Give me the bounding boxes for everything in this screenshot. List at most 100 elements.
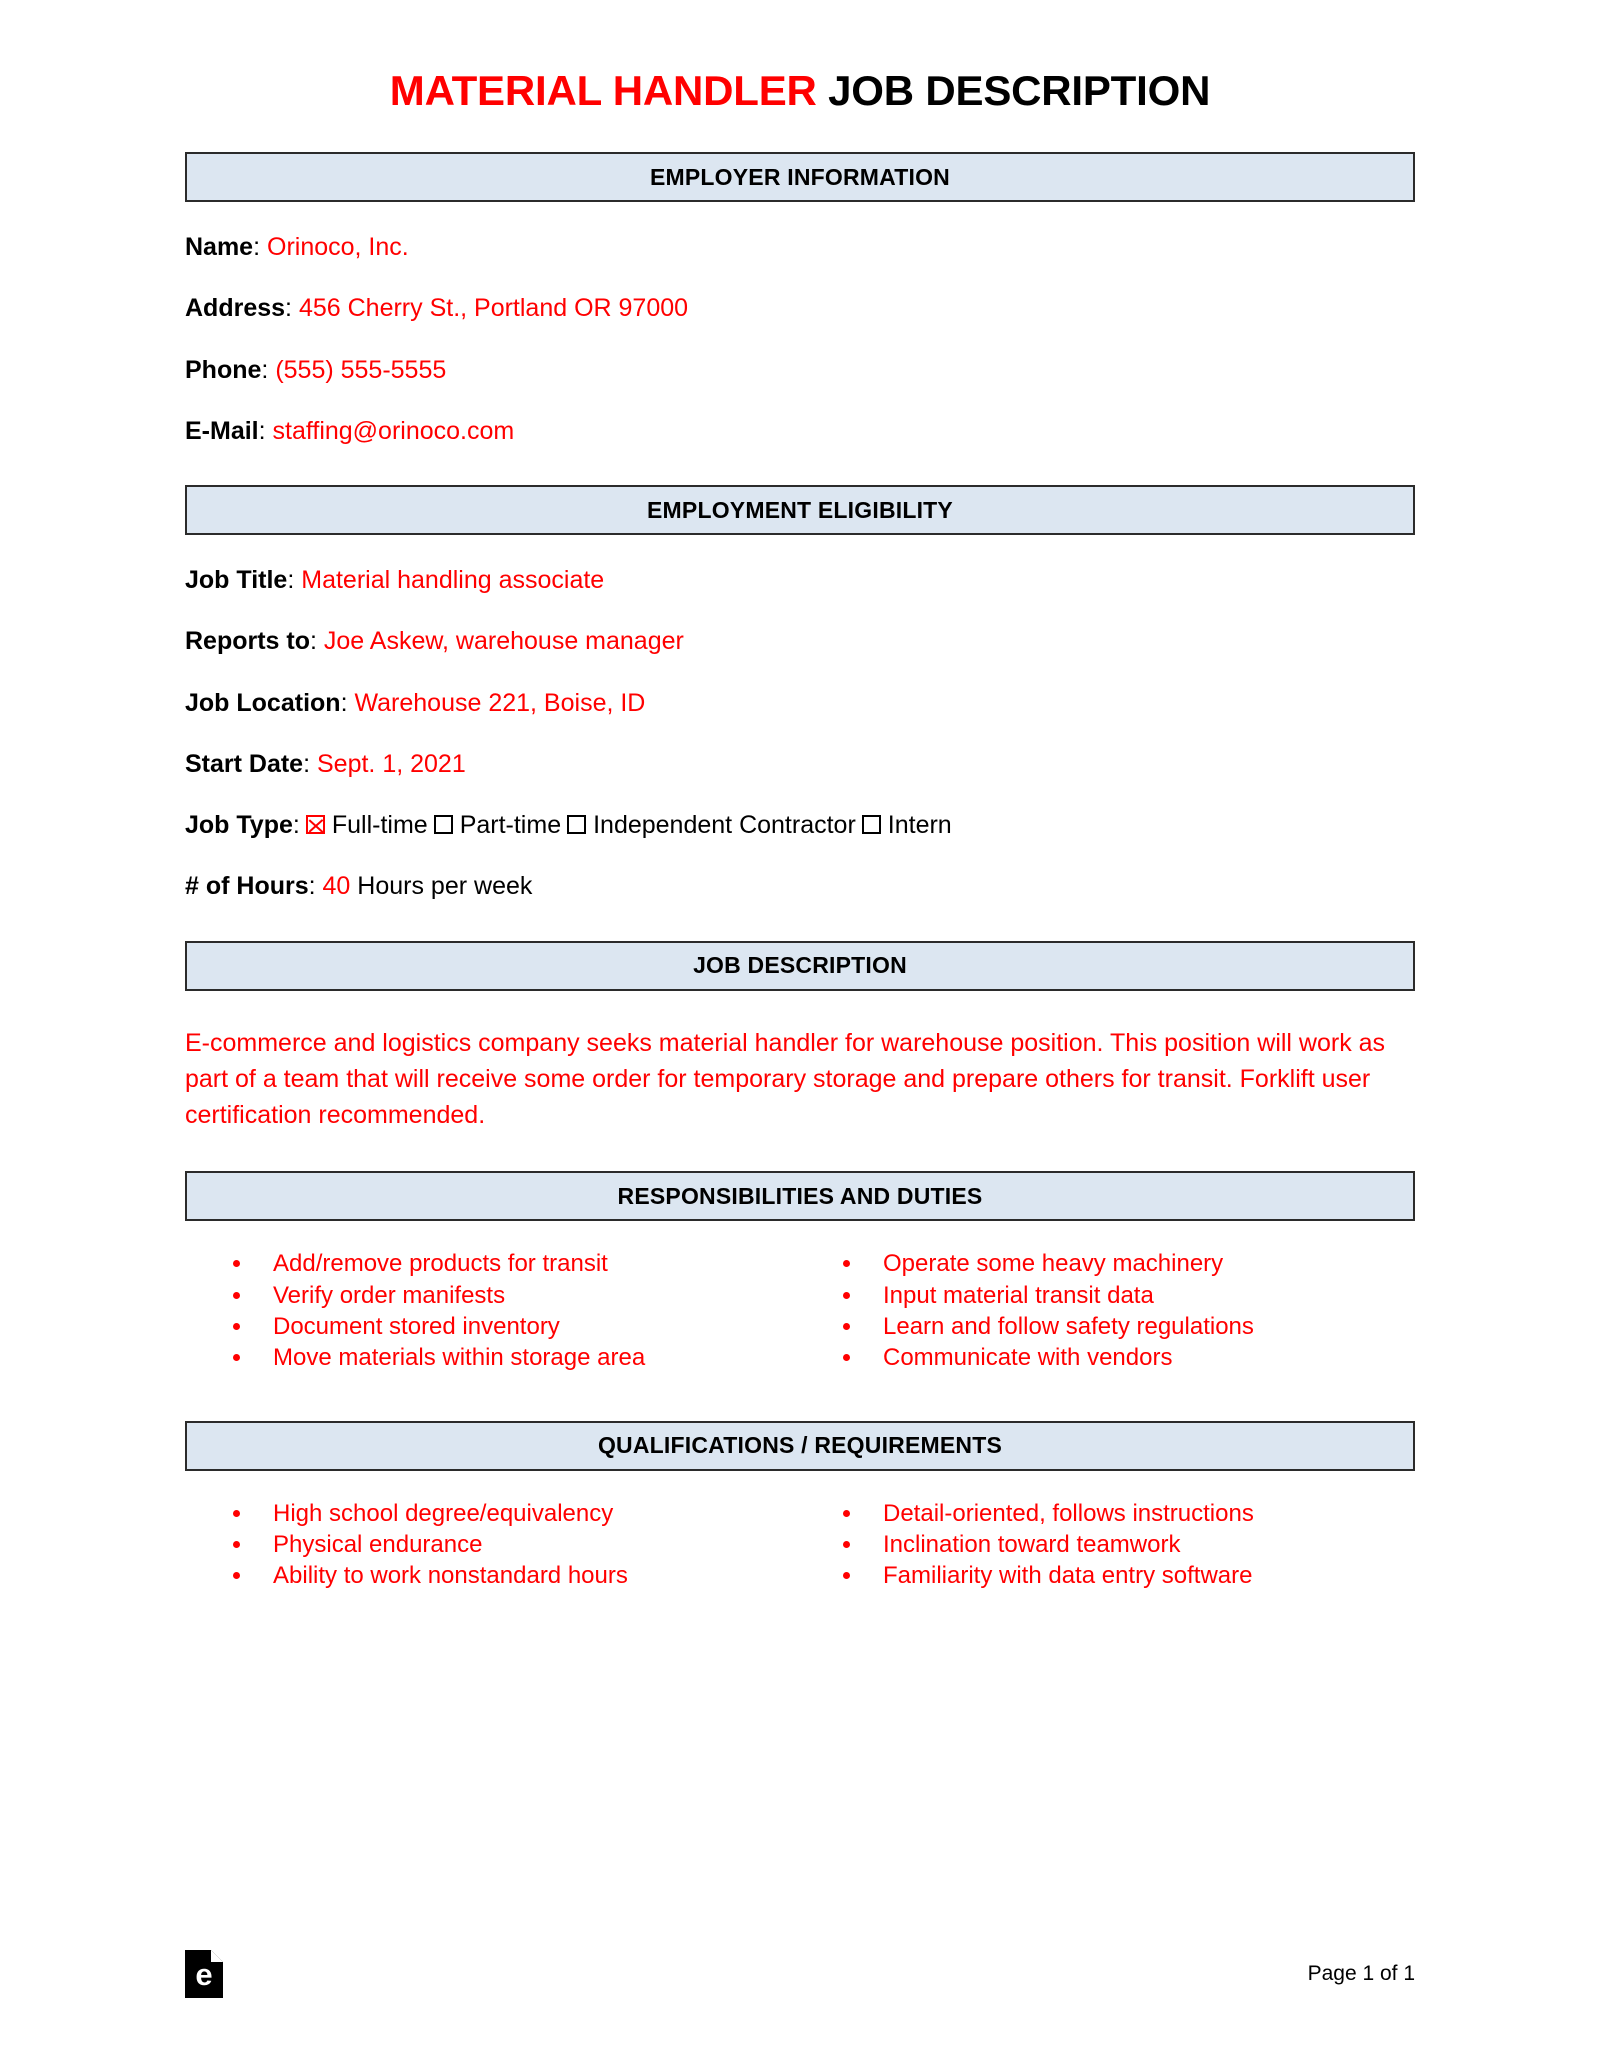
page-number: Page 1 of 1 — [1307, 1962, 1415, 1985]
bullet-icon — [843, 1260, 850, 1268]
section-header-label: QUALIFICATIONS / REQUIREMENTS — [597, 1432, 1003, 1458]
field-phone-label: Phone — [185, 355, 262, 384]
list-item: Inclination toward teamwork — [837, 1530, 1415, 1559]
bullet-icon — [233, 1322, 240, 1330]
field-hours-suffix: Hours per week — [357, 872, 533, 901]
field-job-title-value: Material handling associate — [301, 566, 605, 595]
list-item: Ability to work nonstandard hours — [227, 1561, 821, 1590]
field-start-date: Start Date: Sept. 1, 2021 — [185, 749, 466, 778]
field-reports-to: Reports to: Joe Askew, warehouse manager — [185, 627, 684, 656]
list-item-label: Learn and follow safety regulations — [883, 1312, 1254, 1340]
field-job-title-label: Job Title — [185, 566, 288, 595]
job-type-option[interactable]: Intern — [856, 810, 952, 841]
section-header-label: JOB DESCRIPTION — [693, 952, 907, 979]
qualifications-right-column: Detail-oriented, follows instructions Inc… — [821, 1499, 1415, 1593]
job-type-option[interactable]: Full-time — [300, 810, 428, 841]
qualifications-right-list: Detail-oriented, follows instructions Inc… — [837, 1499, 1415, 1591]
page-title: MATERIAL HANDLER JOB DESCRIPTION — [185, 0, 1415, 114]
job-type-option-group: Full-time Part-time Independent Contractor… — [300, 811, 952, 839]
list-item-label: Familiarity with data entry software — [883, 1562, 1253, 1590]
list-item: Detail-oriented, follows instructions — [837, 1499, 1415, 1528]
page-title-accent: MATERIAL HANDLER — [389, 67, 817, 114]
field-name-value: Orinoco, Inc. — [267, 233, 409, 262]
bullet-icon — [233, 1572, 240, 1580]
job-type-option[interactable]: Independent Contractor — [561, 810, 856, 841]
field-hours-value: 40 — [322, 872, 351, 901]
list-item-label: Physical endurance — [273, 1530, 483, 1558]
list-item: Input material transit data — [837, 1281, 1415, 1310]
section-header-job-description: JOB DESCRIPTION — [185, 940, 1415, 991]
list-item-label: Add/remove products for transit — [273, 1250, 608, 1278]
responsibilities-right-list: Operate some heavy machinery Input materi… — [837, 1249, 1415, 1372]
job-type-option-label: Full-time — [331, 811, 428, 840]
bullet-icon — [233, 1354, 240, 1362]
checkbox-checked-icon[interactable] — [305, 815, 325, 835]
list-item: Verify order manifests — [227, 1281, 821, 1310]
qualifications-left-column: High school degree/equivalency Physical e… — [227, 1499, 821, 1593]
responsibilities-left-list: Add/remove products for transit Verify or… — [227, 1249, 821, 1372]
field-email: E-Mail: staffing@orinoco.com — [185, 416, 515, 445]
eforms-logo-icon: e — [185, 1950, 223, 1998]
list-item: Familiarity with data entry software — [837, 1561, 1415, 1590]
qualifications-columns: High school degree/equivalency Physical e… — [185, 1499, 1415, 1593]
field-start-date-label: Start Date — [185, 749, 304, 778]
list-item-label: Move materials within storage area — [273, 1344, 646, 1372]
field-hours-label: # of Hours — [185, 872, 309, 901]
field-start-date-value: Sept. 1, 2021 — [317, 749, 466, 778]
list-item: Move materials within storage area — [227, 1343, 821, 1372]
bullet-icon — [233, 1291, 240, 1299]
field-address: Address: 456 Cherry St., Portland OR 970… — [185, 294, 689, 323]
field-address-value: 456 Cherry St., Portland OR 97000 — [298, 294, 689, 323]
list-item-label: Operate some heavy machinery — [883, 1250, 1224, 1278]
list-item-label: Document stored inventory — [273, 1312, 560, 1340]
checkbox-icon[interactable] — [433, 815, 453, 835]
list-item: High school degree/equivalency — [227, 1499, 821, 1528]
responsibilities-columns: Add/remove products for transit Verify or… — [185, 1249, 1415, 1374]
bullet-icon — [843, 1354, 850, 1362]
field-job-location-label: Job Location — [185, 688, 341, 717]
bullet-icon — [843, 1322, 850, 1330]
list-item: Add/remove products for transit — [227, 1249, 821, 1278]
list-item-label: Detail-oriented, follows instructions — [883, 1499, 1254, 1527]
section-header-label: RESPONSIBILITIES AND DUTIES — [617, 1182, 983, 1209]
checkbox-icon[interactable] — [567, 815, 587, 835]
checkbox-icon[interactable] — [861, 815, 881, 835]
field-job-title: Job Title: Material handling associate — [185, 566, 605, 595]
field-name: Name: Orinoco, Inc. — [185, 233, 409, 262]
page-footer: e Page 1 of 1 — [185, 1950, 1415, 1998]
list-item: Learn and follow safety regulations — [837, 1312, 1415, 1341]
section-header-qualifications: QUALIFICATIONS / REQUIREMENTS — [185, 1420, 1415, 1471]
field-address-label: Address — [185, 294, 286, 323]
field-phone: Phone: (555) 555-5555 — [185, 355, 447, 384]
list-item-label: Inclination toward teamwork — [883, 1530, 1181, 1558]
job-type-option-label: Independent Contractor — [593, 811, 856, 840]
section-header-responsibilities: RESPONSIBILITIES AND DUTIES — [185, 1171, 1415, 1222]
field-job-type-label: Job Type — [185, 811, 293, 840]
field-name-label: Name — [185, 233, 254, 262]
bullet-icon — [843, 1540, 850, 1548]
list-item-label: High school degree/equivalency — [273, 1499, 614, 1527]
job-description-paragraph: E-commerce and logistics company seeks m… — [185, 1028, 1386, 1130]
section-header-employment-eligibility: EMPLOYMENT ELIGIBILITY — [185, 485, 1415, 536]
bullet-icon — [233, 1260, 240, 1268]
bullet-icon — [843, 1509, 850, 1517]
responsibilities-right-column: Operate some heavy machinery Input materi… — [821, 1249, 1415, 1374]
list-item: Communicate with vendors — [837, 1343, 1415, 1372]
field-email-label: E-Mail — [185, 416, 259, 445]
bullet-icon — [233, 1540, 240, 1548]
list-item: Operate some heavy machinery — [837, 1249, 1415, 1278]
page-title-rest: JOB DESCRIPTION — [816, 67, 1211, 114]
job-type-option-label: Part-time — [459, 811, 562, 840]
field-job-location: Job Location: Warehouse 221, Boise, ID — [185, 688, 646, 717]
list-item: Physical endurance — [227, 1530, 821, 1559]
field-email-value: staffing@orinoco.com — [272, 416, 515, 445]
qualifications-left-list: High school degree/equivalency Physical e… — [227, 1499, 821, 1591]
field-reports-to-value: Joe Askew, warehouse manager — [323, 627, 684, 656]
section-header-label: EMPLOYER INFORMATION — [649, 163, 950, 190]
responsibilities-left-column: Add/remove products for transit Verify or… — [227, 1249, 821, 1374]
field-job-type: Job Type: Full-time Part-time Independent C… — [185, 810, 1415, 841]
bullet-icon — [843, 1291, 850, 1299]
job-type-option[interactable]: Part-time — [428, 810, 561, 841]
list-item-label: Communicate with vendors — [883, 1344, 1173, 1372]
bullet-icon — [843, 1572, 850, 1580]
